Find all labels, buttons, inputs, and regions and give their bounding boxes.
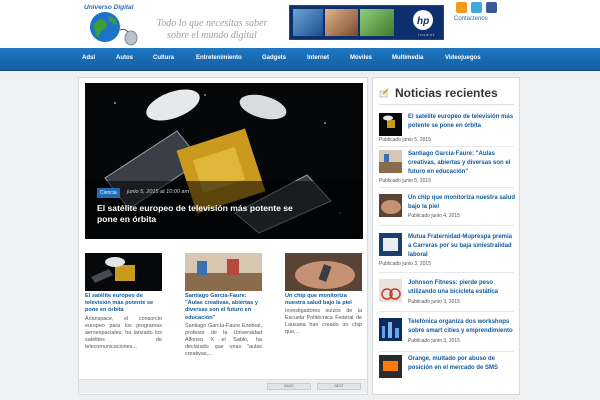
featured-category-badge[interactable]: Ciencia bbox=[97, 188, 120, 198]
news-separator bbox=[379, 311, 514, 312]
featured-date: junio 5, 2015 at 10:00 am bbox=[127, 189, 190, 195]
recent-news-sidebar: Noticias recientes El satélite europeo d… bbox=[372, 77, 520, 395]
news-separator bbox=[379, 187, 514, 188]
news-date: Publicado junio 5, 2015 bbox=[379, 137, 431, 143]
article-thumbnail[interactable] bbox=[185, 253, 262, 291]
news-separator bbox=[379, 351, 514, 352]
nav-item-moviles[interactable]: Móviles bbox=[350, 55, 372, 61]
news-date: Publicado junio 3, 2015 bbox=[379, 261, 431, 267]
svg-text:Universo Digital: Universo Digital bbox=[84, 4, 134, 11]
featured-slider[interactable]: Ciencia junio 5, 2015 at 10:00 am El sat… bbox=[85, 83, 363, 239]
site-logo[interactable]: Universo Digital bbox=[78, 0, 148, 47]
news-thumbnail[interactable] bbox=[379, 194, 402, 217]
news-thumbnail[interactable] bbox=[379, 279, 402, 302]
svg-text:hp: hp bbox=[417, 16, 429, 27]
news-thumbnail[interactable] bbox=[379, 150, 402, 173]
twitter-icon[interactable] bbox=[471, 2, 482, 13]
article-title[interactable]: Santiago García-Faure: "Aulas creativas,… bbox=[185, 293, 262, 322]
back-button[interactable]: BACK bbox=[267, 383, 311, 390]
article-columns: El satélite europeo de televisión más po… bbox=[85, 253, 363, 381]
pagination-bar: BACK NEXT bbox=[79, 379, 367, 393]
sidebar-title: Noticias recientes bbox=[395, 86, 498, 100]
news-date: Publicado junio 4, 2015 bbox=[408, 213, 460, 219]
nav-item-adsl[interactable]: Adsl bbox=[82, 55, 95, 61]
news-thumbnail[interactable] bbox=[379, 318, 402, 341]
mouse-icon bbox=[124, 30, 138, 46]
site-header: Universo Digital Todo lo que necesitas s… bbox=[0, 0, 600, 48]
news-thumbnail[interactable] bbox=[379, 113, 402, 136]
recent-news-item: Santiago García-Faure: "Aulas creativas,… bbox=[379, 150, 514, 188]
news-thumbnail[interactable] bbox=[379, 355, 402, 378]
news-title[interactable]: Un chip que monitoriza nuestra salud baj… bbox=[408, 194, 516, 212]
news-title[interactable]: Orange, multado por abuso de posición en… bbox=[408, 355, 516, 373]
article-excerpt: Santiago García-Faure Enebral, profesor … bbox=[185, 322, 262, 357]
recent-news-item: Orange, multado por abuso de posición en… bbox=[379, 355, 514, 385]
news-title[interactable]: Mutua Fraternidad-Muprespa premia a Carr… bbox=[408, 233, 516, 260]
article-card: El satélite europeo de televisión más po… bbox=[85, 253, 162, 351]
rss-icon[interactable] bbox=[456, 2, 467, 13]
recent-news-item: Johnson Fitness: pierde peso utilizando … bbox=[379, 279, 514, 312]
next-button[interactable]: NEXT bbox=[317, 383, 361, 390]
news-title[interactable]: El satélite europeo de televisión más po… bbox=[408, 113, 516, 131]
banner-photo-1 bbox=[293, 9, 323, 36]
news-thumbnail[interactable] bbox=[379, 233, 402, 256]
news-title[interactable]: Telefónica organiza dos workshops sobre … bbox=[408, 318, 516, 336]
nav-item-multimedia[interactable]: Multimedia bbox=[392, 55, 423, 61]
banner-photo-3 bbox=[360, 9, 394, 36]
hp-banner-ad[interactable]: hp invent bbox=[289, 5, 444, 40]
recent-news-item: Un chip que monitoriza nuestra salud baj… bbox=[379, 194, 516, 229]
news-date: Publicado junio 5, 2015 bbox=[379, 178, 431, 184]
nav-item-entretenimiento[interactable]: Entretenimiento bbox=[196, 55, 242, 61]
main-content: Ciencia junio 5, 2015 at 10:00 am El sat… bbox=[78, 77, 368, 395]
nav-item-internet[interactable]: Internet bbox=[307, 55, 329, 61]
nav-item-videojuegos[interactable]: Videojuegos bbox=[445, 55, 481, 61]
nav-item-gadgets[interactable]: Gadgets bbox=[262, 55, 286, 61]
nav-item-autos[interactable]: Autos bbox=[116, 55, 133, 61]
news-date: Publicado junio 3, 2015 bbox=[408, 338, 460, 344]
main-nav: Adsl Autos Cultura Entretenimiento Gadge… bbox=[0, 48, 600, 71]
article-title[interactable]: El satélite europeo de televisión más po… bbox=[85, 293, 162, 315]
recent-news-item: Telefónica organiza dos workshops sobre … bbox=[379, 318, 514, 353]
recent-news-item: El satélite europeo de televisión más po… bbox=[379, 113, 516, 147]
pencil-icon bbox=[379, 88, 389, 98]
article-thumbnail[interactable] bbox=[85, 253, 162, 291]
article-card: Un chip que monitoriza nuestra salud baj… bbox=[285, 253, 362, 336]
news-date: Publicado junio 3, 2015 bbox=[408, 299, 460, 305]
news-separator bbox=[379, 272, 514, 273]
article-card: Santiago García-Faure: "Aulas creativas,… bbox=[185, 253, 262, 358]
nav-item-cultura[interactable]: Cultura bbox=[153, 55, 174, 61]
article-title[interactable]: Un chip que monitoriza nuestra salud baj… bbox=[285, 293, 362, 307]
banner-tagline: invent bbox=[418, 32, 435, 37]
site-slogan: Todo lo que necesitas saber sobre el mun… bbox=[156, 18, 268, 41]
news-title[interactable]: Santiago García-Faure: "Aulas creativas,… bbox=[408, 150, 516, 177]
news-separator bbox=[379, 225, 514, 226]
banner-photo-2 bbox=[325, 9, 358, 36]
article-thumbnail[interactable] bbox=[285, 253, 362, 291]
article-excerpt: Arianspace, el consorcio europeo para lo… bbox=[85, 315, 162, 350]
hp-logo-icon: hp bbox=[413, 10, 433, 30]
contact-link[interactable]: Contáctenos bbox=[454, 16, 488, 22]
featured-title[interactable]: El satélite europeo de televisión más po… bbox=[97, 203, 317, 225]
news-title[interactable]: Johnson Fitness: pierde peso utilizando … bbox=[408, 279, 516, 297]
facebook-icon[interactable] bbox=[486, 2, 497, 13]
sidebar-divider bbox=[379, 104, 514, 105]
news-separator bbox=[379, 146, 514, 147]
recent-news-item: Mutua Fraternidad-Muprespa premia a Carr… bbox=[379, 233, 514, 275]
social-links bbox=[456, 2, 501, 16]
article-excerpt: Investigadores suizos de la Escuela Poli… bbox=[285, 308, 362, 336]
